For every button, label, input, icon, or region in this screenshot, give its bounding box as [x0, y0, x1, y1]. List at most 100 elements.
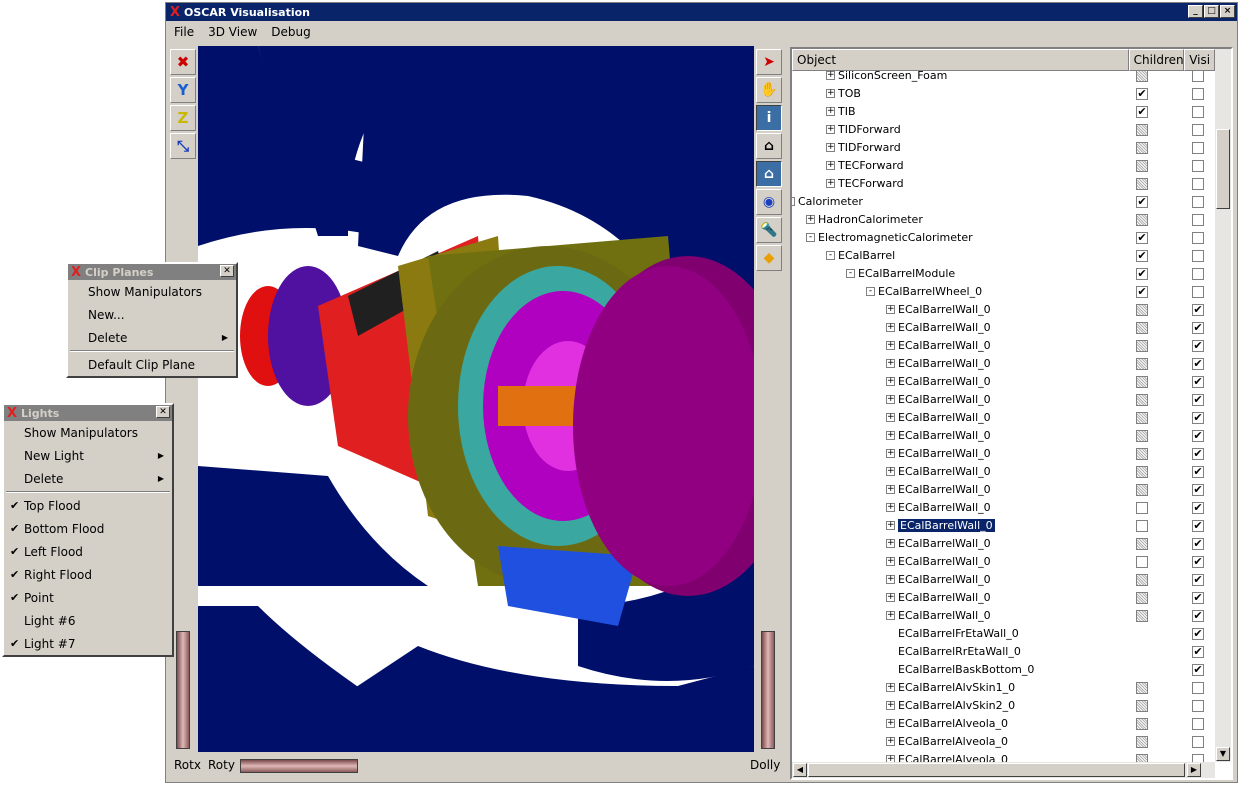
children-checkbox[interactable] [1136, 304, 1148, 316]
lights-item-light-6[interactable]: Light #6 [4, 609, 172, 632]
collapse-icon[interactable]: - [846, 269, 855, 278]
children-checkbox[interactable]: ✔ [1136, 196, 1148, 208]
tree-row-label[interactable]: ECalBarrelAlvSkin2_0 [898, 699, 1015, 712]
tree-row[interactable]: + ECalBarrelAlvSkin2_0 [792, 697, 1215, 715]
children-checkbox[interactable] [1136, 574, 1148, 586]
expand-icon[interactable]: + [886, 503, 895, 512]
expand-icon[interactable]: + [886, 557, 895, 566]
tree-row-label[interactable]: ECalBarrelWall_0 [898, 357, 991, 370]
menu-debug[interactable]: Debug [269, 23, 312, 41]
tree-row-label[interactable]: ECalBarrelAlveola_0 [898, 735, 1008, 748]
vertical-scrollbar[interactable]: ▼ [1215, 49, 1231, 762]
visible-checkbox[interactable] [1192, 160, 1204, 172]
tree-row-label[interactable]: ECalBarrel [838, 249, 895, 262]
tree-row-label[interactable]: Calorimeter [798, 195, 863, 208]
children-checkbox[interactable] [1136, 520, 1148, 532]
tree-row[interactable]: + ECalBarrelWall_0 ✔ [792, 355, 1215, 373]
lights-item-left-flood[interactable]: ✔ Left Flood [4, 540, 172, 563]
children-checkbox[interactable] [1136, 124, 1148, 136]
children-checkbox[interactable] [1136, 358, 1148, 370]
visible-checkbox[interactable] [1192, 232, 1204, 244]
expand-icon[interactable]: + [886, 611, 895, 620]
tree-row[interactable]: + ECalBarrelWall_0 ✔ [792, 607, 1215, 625]
expand-icon[interactable]: + [886, 719, 895, 728]
3d-viewport[interactable] [198, 46, 754, 752]
horizontal-scrollbar[interactable]: ◀ ▶ [792, 762, 1215, 778]
right-tool-button-0[interactable]: ➤ [756, 49, 782, 75]
visible-checkbox[interactable]: ✔ [1192, 538, 1204, 550]
visible-checkbox[interactable] [1192, 754, 1204, 762]
expand-icon[interactable]: + [886, 755, 895, 762]
expand-icon[interactable]: + [826, 179, 835, 188]
tree-row[interactable]: + TIDForward [792, 121, 1215, 139]
children-checkbox[interactable] [1136, 322, 1148, 334]
tree-row[interactable]: + TIB ✔ [792, 103, 1215, 121]
expand-icon[interactable]: + [886, 683, 895, 692]
visible-checkbox[interactable]: ✔ [1192, 466, 1204, 478]
tree-row-label[interactable]: TIB [838, 105, 856, 118]
expand-icon[interactable]: + [886, 413, 895, 422]
tree-row-label[interactable]: ECalBarrelWall_0 [898, 465, 991, 478]
tree-row-label[interactable]: ECalBarrelWall_0 [898, 609, 991, 622]
tree-row[interactable]: ECalBarrelFrEtaWall_0 ✔ [792, 625, 1215, 643]
lights-item-new-light[interactable]: New Light ▶ [4, 444, 172, 467]
close-button[interactable]: × [1220, 5, 1235, 18]
tree-row[interactable]: + ECalBarrelWall_0 ✔ [792, 499, 1215, 517]
roty-wheel[interactable] [240, 759, 358, 773]
visible-checkbox[interactable] [1192, 250, 1204, 262]
maximize-button[interactable]: □ [1204, 5, 1219, 18]
tree-row-label[interactable]: ECalBarrelWall_0 [898, 573, 991, 586]
left-tool-button-3[interactable]: ⤡ [170, 133, 196, 159]
collapse-icon[interactable]: - [792, 197, 795, 206]
expand-icon[interactable]: + [826, 143, 835, 152]
expand-icon[interactable]: + [886, 737, 895, 746]
clip-planes-item-default-clip-plane[interactable]: Default Clip Plane [68, 353, 236, 376]
tree-row-label[interactable]: ECalBarrelWall_0 [898, 483, 991, 496]
tree-row[interactable]: + TECForward [792, 175, 1215, 193]
expand-icon[interactable]: + [886, 467, 895, 476]
expand-icon[interactable]: + [886, 701, 895, 710]
tree-row[interactable]: + ECalBarrelWall_0 ✔ [792, 571, 1215, 589]
children-checkbox[interactable] [1136, 502, 1148, 514]
tree-row-label[interactable]: ECalBarrelWall_0 [898, 519, 995, 532]
children-checkbox[interactable] [1136, 466, 1148, 478]
visible-checkbox[interactable]: ✔ [1192, 574, 1204, 586]
tree-row-label[interactable]: ECalBarrelWall_0 [898, 537, 991, 550]
lights-item-bottom-flood[interactable]: ✔ Bottom Flood [4, 517, 172, 540]
tree-row[interactable]: + TIDForward [792, 139, 1215, 157]
tree-row-label[interactable]: ECalBarrelWheel_0 [878, 285, 982, 298]
visible-checkbox[interactable] [1192, 682, 1204, 694]
tree-row-label[interactable]: ECalBarrelWall_0 [898, 429, 991, 442]
children-checkbox[interactable] [1136, 376, 1148, 388]
visible-checkbox[interactable]: ✔ [1192, 664, 1204, 676]
header-object[interactable]: Object [792, 49, 1129, 71]
tree-row-label[interactable]: ECalBarrelWall_0 [898, 393, 991, 406]
tree-row[interactable]: + ECalBarrelWall_0 ✔ [792, 535, 1215, 553]
tree-row-label[interactable]: ECalBarrelWall_0 [898, 501, 991, 514]
tree-row[interactable]: - ECalBarrel ✔ [792, 247, 1215, 265]
visible-checkbox[interactable]: ✔ [1192, 556, 1204, 568]
expand-icon[interactable]: + [806, 215, 815, 224]
visible-checkbox[interactable]: ✔ [1192, 448, 1204, 460]
tree-row-label[interactable]: ECalBarrelBaskBottom_0 [898, 663, 1034, 676]
children-checkbox[interactable] [1136, 214, 1148, 226]
expand-icon[interactable]: + [886, 485, 895, 494]
tree-row[interactable]: + ECalBarrelAlveola_0 [792, 751, 1215, 762]
tree-row[interactable]: + ECalBarrelWall_0 ✔ [792, 463, 1215, 481]
expand-icon[interactable]: + [886, 521, 895, 530]
tree-row-label[interactable]: ECalBarrelWall_0 [898, 555, 991, 568]
tree-row-label[interactable]: ECalBarrelAlvSkin1_0 [898, 681, 1015, 694]
tree-row-label[interactable]: ECalBarrelWall_0 [898, 321, 991, 334]
children-checkbox[interactable] [1136, 754, 1148, 762]
tree-row[interactable]: + ECalBarrelWall_0 ✔ [792, 427, 1215, 445]
rotx-wheel[interactable] [176, 631, 190, 749]
lights-item-delete[interactable]: Delete ▶ [4, 467, 172, 490]
children-checkbox[interactable]: ✔ [1136, 88, 1148, 100]
tree-row[interactable]: + ECalBarrelWall_0 ✔ [792, 301, 1215, 319]
children-checkbox[interactable] [1136, 610, 1148, 622]
expand-icon[interactable]: + [826, 125, 835, 134]
tree-row[interactable]: - ECalBarrelModule ✔ [792, 265, 1215, 283]
children-checkbox[interactable]: ✔ [1136, 232, 1148, 244]
collapse-icon[interactable]: - [866, 287, 875, 296]
tree-row[interactable]: + ECalBarrelWall_0 ✔ [792, 373, 1215, 391]
